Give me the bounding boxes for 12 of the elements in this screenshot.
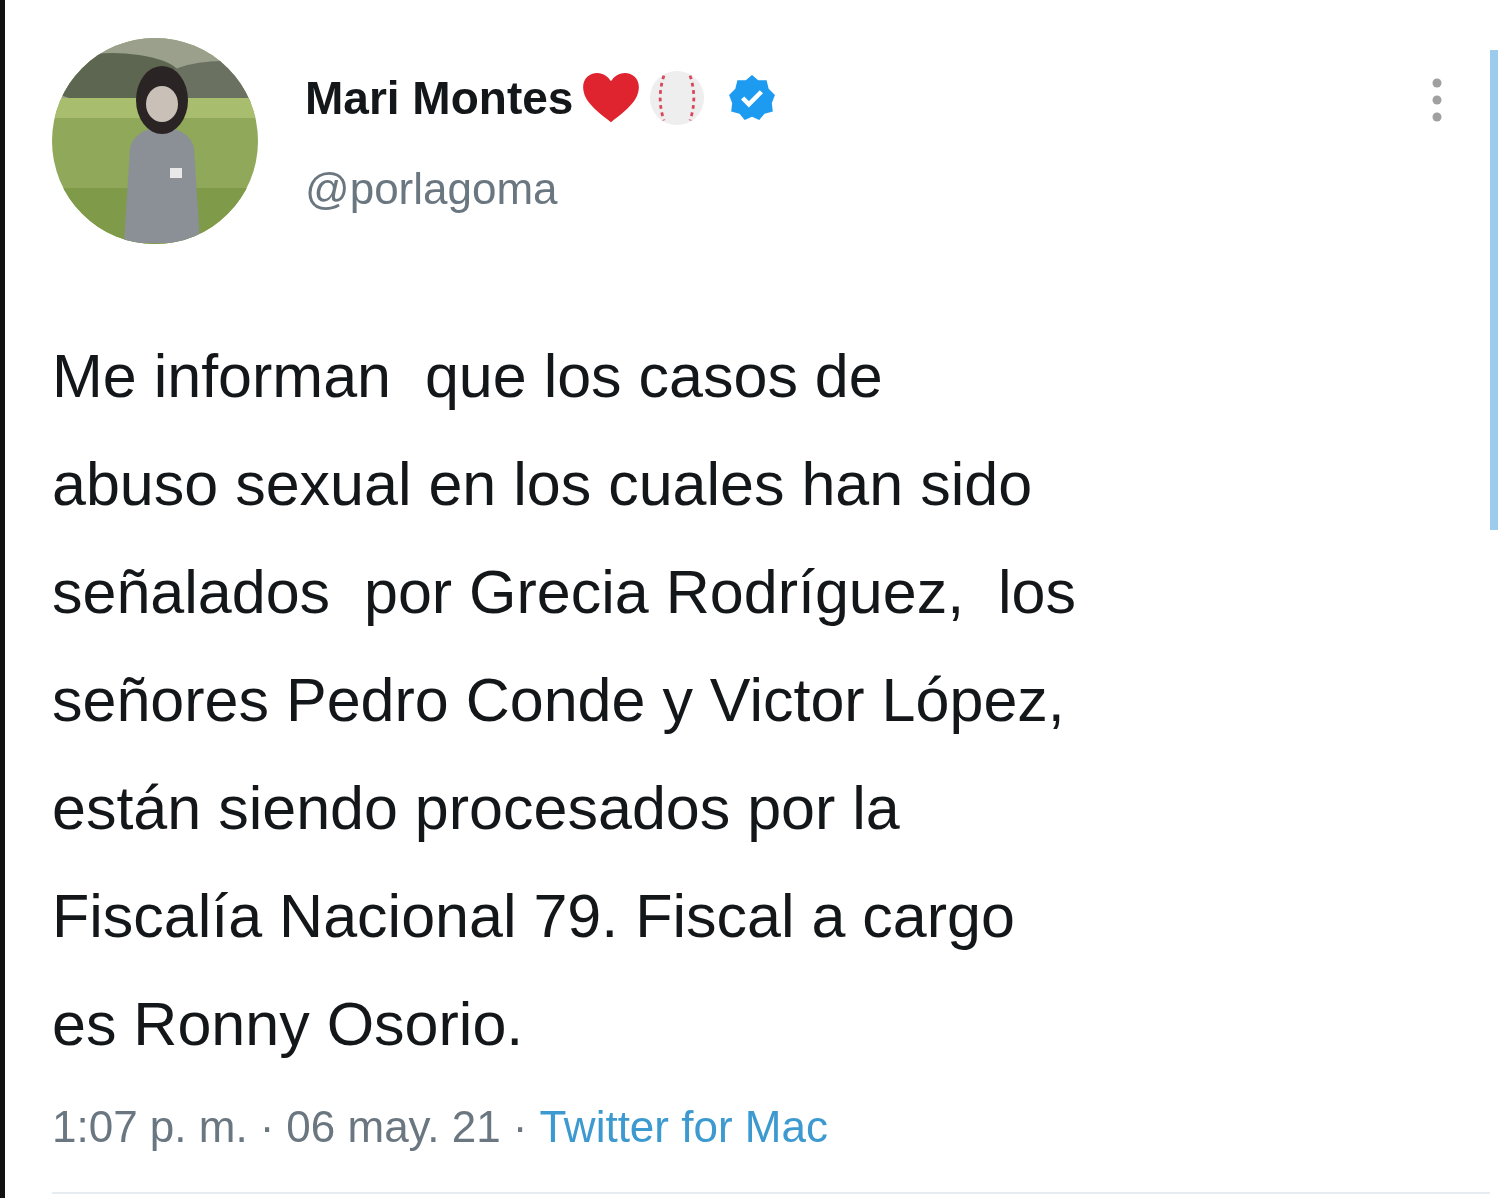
tweet-text: Me informan que los casos de abuso sexual en los cuales han sido señalados por Grecia Rodríguez, los señores Pedro Conde y Victor López, están siendo procesados por la Fiscalía Nacional 79. Fiscal a cargo es Ronny Osorio. <box>52 341 1077 1060</box>
heart-icon <box>581 72 642 124</box>
scrollbar[interactable] <box>1490 50 1498 530</box>
separator-dot: · <box>512 1102 528 1152</box>
baseball-icon <box>649 70 706 126</box>
source-link[interactable]: Twitter for Mac <box>539 1102 828 1152</box>
author-name: Mari Montes <box>305 71 574 125</box>
tweet-date: 06 may. 21 <box>286 1102 501 1152</box>
author-handle: @porlagoma <box>305 164 559 214</box>
tweet-time: 1:07 p. m. <box>52 1102 248 1152</box>
more-options-icon[interactable] <box>1432 78 1442 122</box>
separator-dot: · <box>259 1102 275 1152</box>
